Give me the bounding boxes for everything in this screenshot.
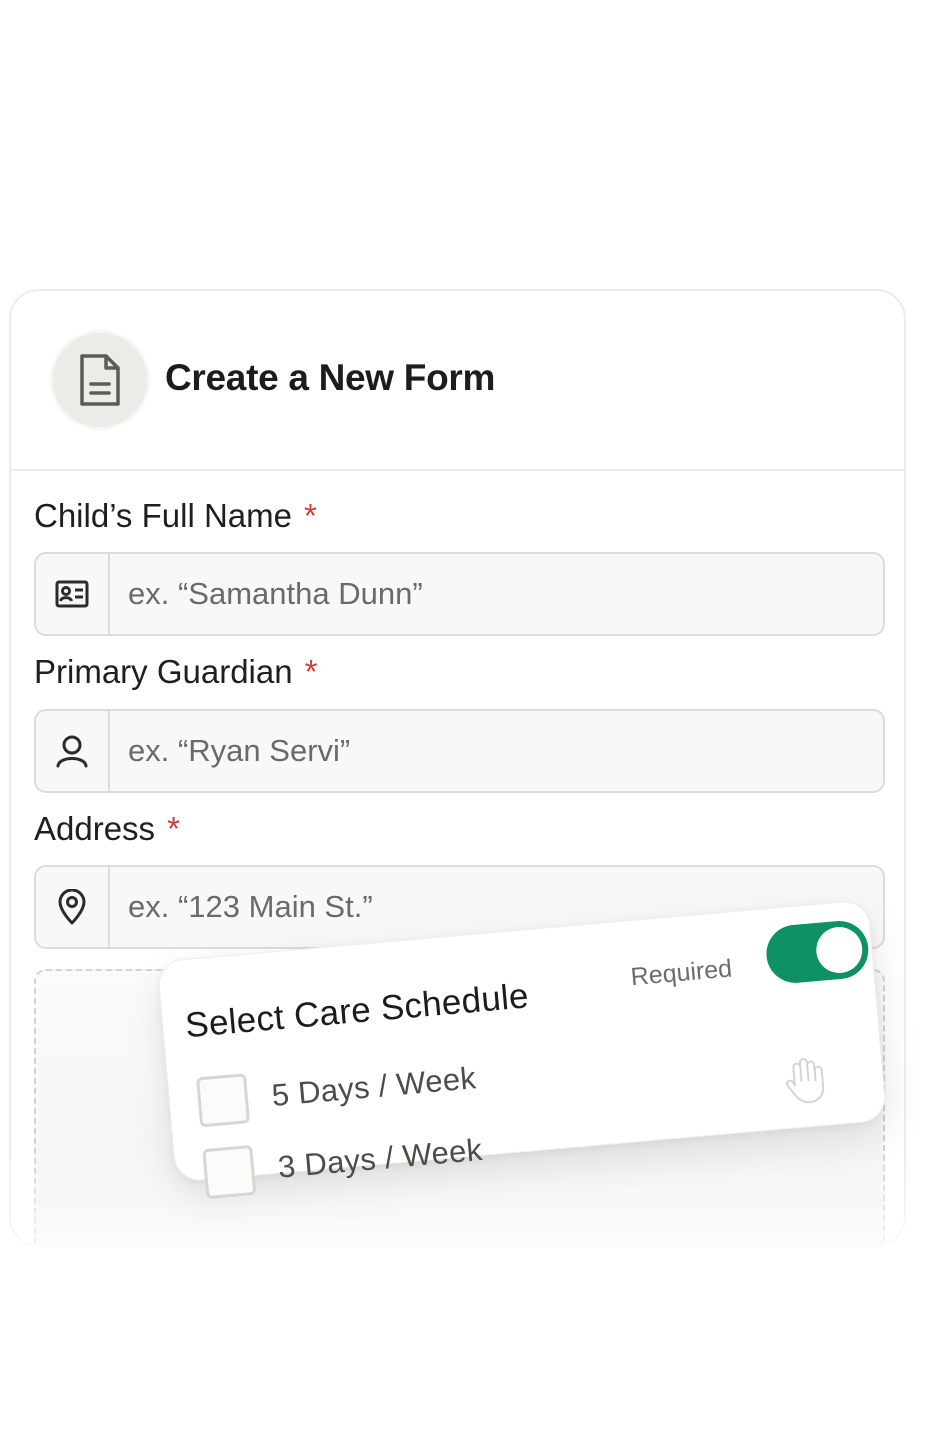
child-name-input[interactable] xyxy=(128,554,868,634)
care-schedule-title: Select Care Schedule xyxy=(183,976,531,1046)
required-label: Required xyxy=(629,954,734,992)
hand-cursor-icon xyxy=(781,1055,829,1112)
option-5-days[interactable]: 5 Days / Week xyxy=(195,1053,478,1128)
guardian-input[interactable] xyxy=(128,711,868,791)
form-header: Create a New Form xyxy=(11,291,904,471)
option-5-days-label: 5 Days / Week xyxy=(270,1060,478,1113)
child-name-label-text: Child’s Full Name xyxy=(34,497,292,534)
guardian-label-text: Primary Guardian xyxy=(34,653,293,690)
id-card-icon xyxy=(36,554,110,634)
child-name-label: Child’s Full Name * xyxy=(34,497,317,535)
address-label: Address * xyxy=(34,810,180,848)
page-title: Create a New Form xyxy=(165,357,496,398)
child-name-field[interactable] xyxy=(34,552,885,636)
toggle-knob xyxy=(814,925,865,975)
required-asterisk: * xyxy=(304,653,318,690)
checkbox-3-days[interactable] xyxy=(202,1144,257,1200)
location-pin-icon xyxy=(36,867,110,947)
address-label-text: Address xyxy=(34,810,156,847)
required-toggle[interactable] xyxy=(764,918,871,986)
required-asterisk: * xyxy=(303,497,317,534)
user-icon xyxy=(36,711,110,791)
required-asterisk: * xyxy=(167,810,180,847)
document-icon xyxy=(53,333,147,427)
guardian-field[interactable] xyxy=(34,709,885,793)
guardian-label: Primary Guardian * xyxy=(34,653,317,691)
checkbox-5-days[interactable] xyxy=(195,1073,251,1128)
